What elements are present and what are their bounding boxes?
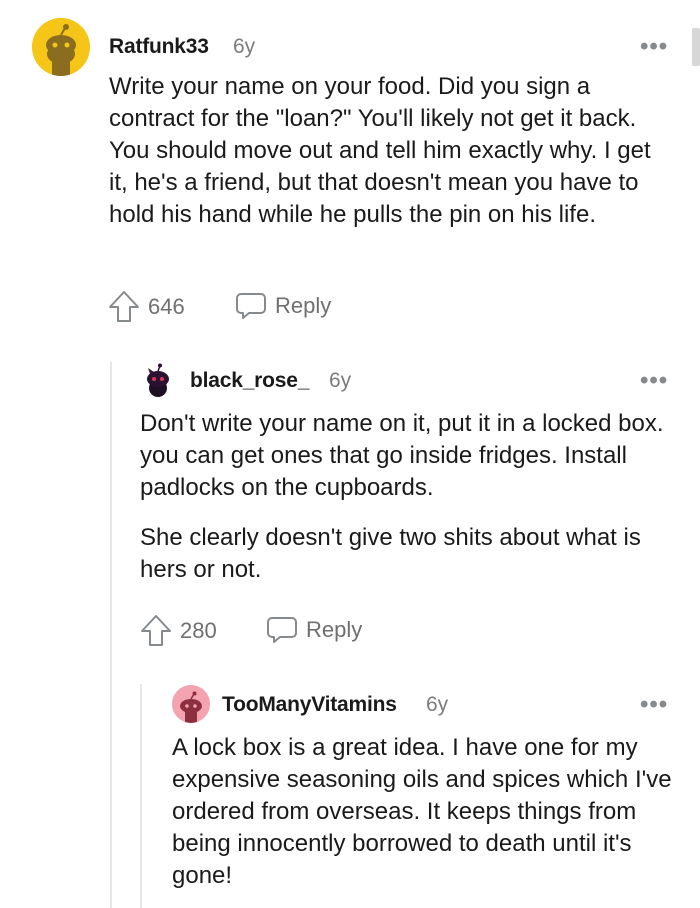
- timestamp: 6y: [426, 693, 449, 716]
- comment-toomanyvitamins: TooManyVitamins 6y ••• A lock box is a g…: [0, 0, 700, 908]
- more-options-icon[interactable]: •••: [640, 693, 668, 717]
- snoo-avatar-icon: [172, 685, 210, 723]
- comment-paragraph: A lock box is a great idea. I have one f…: [172, 734, 672, 889]
- avatar[interactable]: [172, 685, 210, 723]
- comment-body: A lock box is a great idea. I have one f…: [172, 732, 672, 892]
- username[interactable]: TooManyVitamins: [222, 693, 397, 717]
